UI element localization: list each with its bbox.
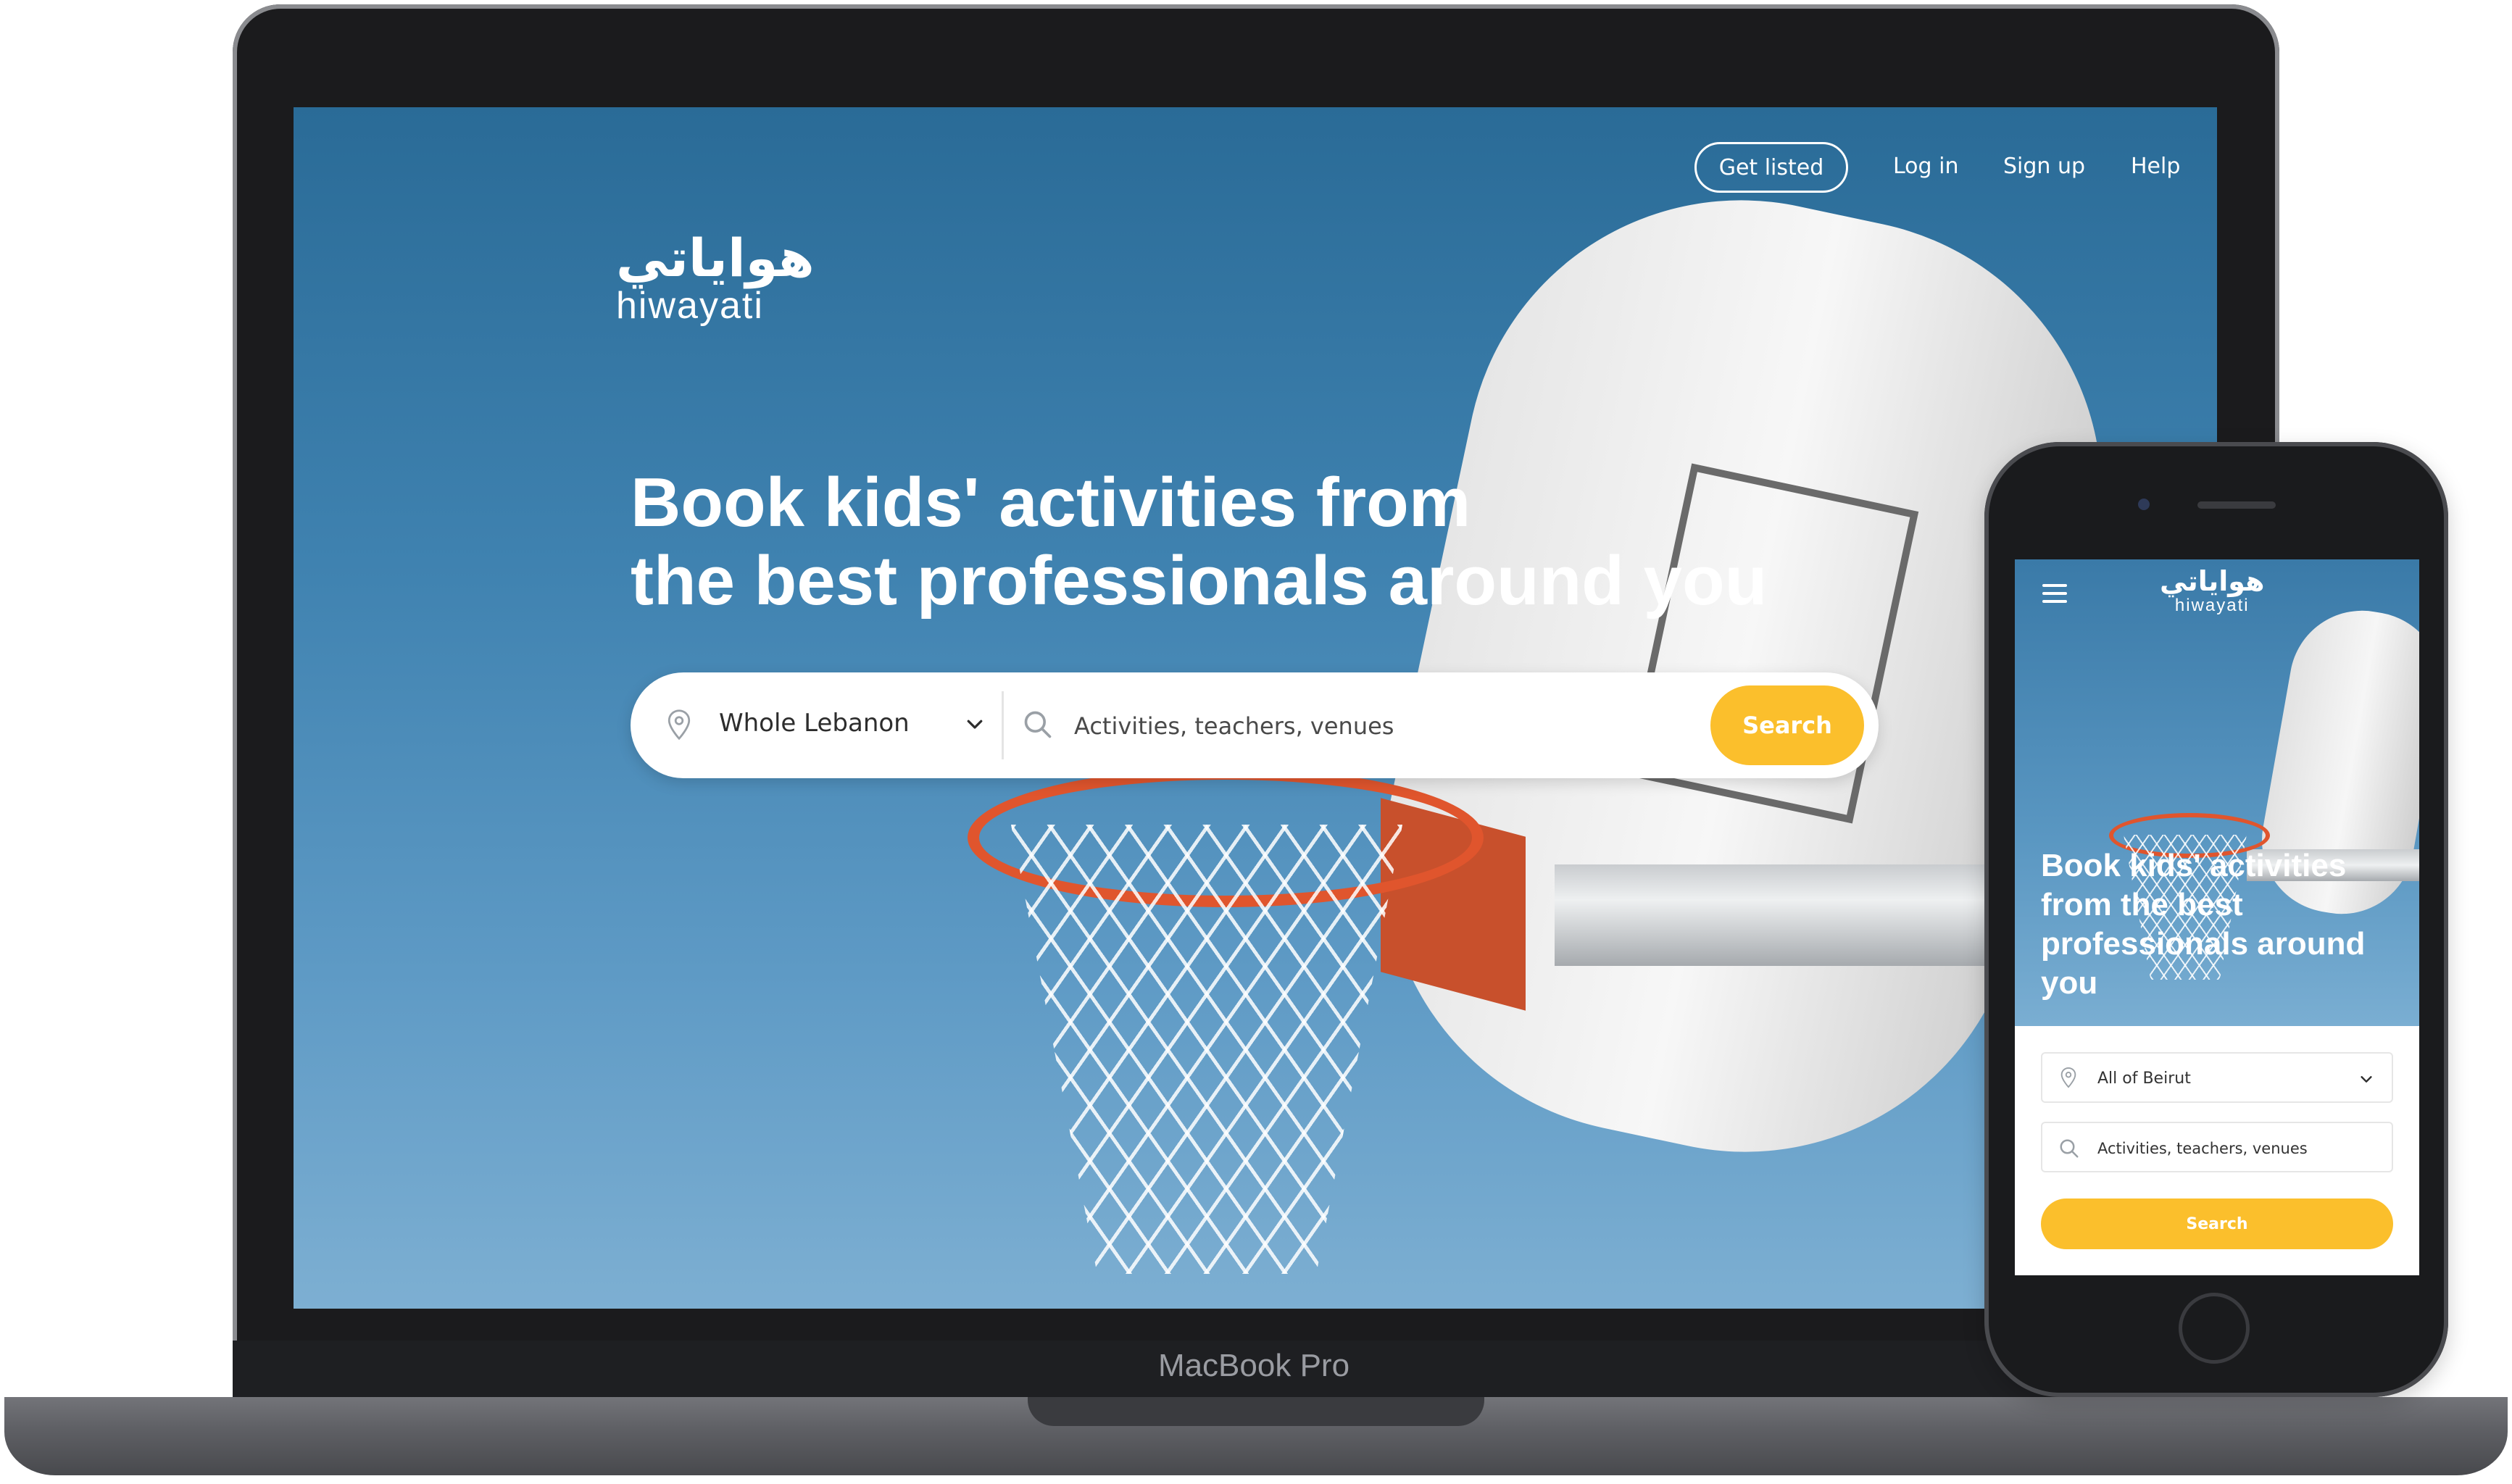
chevron-down-icon[interactable] (964, 713, 986, 738)
search-bar: Whole Lebanon Search (631, 672, 1879, 778)
help-link[interactable]: Help (2131, 154, 2180, 179)
hero-net-image (1011, 825, 1402, 1274)
phone-hero-headline: Book kids' activities from the best prof… (2041, 848, 2366, 1001)
hamburger-menu-icon[interactable] (2042, 584, 2067, 603)
phone-home-button (2179, 1293, 2250, 1364)
phone-location-select[interactable]: All of Beirut (2041, 1052, 2393, 1103)
search-divider (1002, 691, 1004, 759)
phone-search-field (2041, 1122, 2393, 1172)
search-button[interactable]: Search (1710, 685, 1864, 765)
phone-search-icon (2058, 1138, 2080, 1162)
log-in-link[interactable]: Log in (1893, 154, 1958, 179)
location-pin-icon (667, 709, 691, 743)
laptop-screen: هواياتي hiwayati Get listed Log in Sign … (294, 107, 2217, 1309)
laptop-notch (1028, 1397, 1484, 1426)
phone-screen: هواياتي hiwayati Book kids' activities f… (2015, 559, 2419, 1275)
hero-headline-line-1: Book kids' activities from (631, 464, 1471, 541)
search-icon (1022, 709, 1054, 743)
search-input[interactable] (1073, 701, 1626, 751)
phone-location-value: All of Beirut (2097, 1070, 2191, 1088)
location-select[interactable]: Whole Lebanon (719, 709, 910, 738)
phone-site-logo[interactable]: هواياتي hiwayati (2160, 567, 2264, 616)
phone-chevron-down-icon (2358, 1071, 2374, 1090)
laptop-brand-label: MacBook Pro (1157, 1348, 1350, 1383)
site-logo[interactable]: هواياتي hiwayati (616, 232, 815, 328)
phone-camera (2138, 499, 2150, 510)
hero-headline-line-2: the best professionals around you (631, 542, 1768, 620)
phone-hero: هواياتي hiwayati Book kids' activities f… (2015, 559, 2419, 1026)
phone-search-input[interactable] (2096, 1133, 2374, 1164)
phone-logo-arabic-text: هواياتي (2160, 565, 2265, 597)
phone-logo-latin-text: hiwayati (2174, 596, 2250, 615)
phone-speaker (2197, 501, 2276, 509)
phone-location-pin-icon (2060, 1067, 2077, 1091)
logo-latin-text: hiwayati (616, 285, 764, 327)
sign-up-link[interactable]: Sign up (2003, 154, 2085, 179)
get-listed-button[interactable]: Get listed (1694, 142, 1848, 193)
phone-search-button[interactable]: Search (2041, 1199, 2393, 1249)
logo-arabic-text: هواياتي (616, 228, 815, 288)
hero-headline: Book kids' activities from the best prof… (631, 464, 1767, 620)
